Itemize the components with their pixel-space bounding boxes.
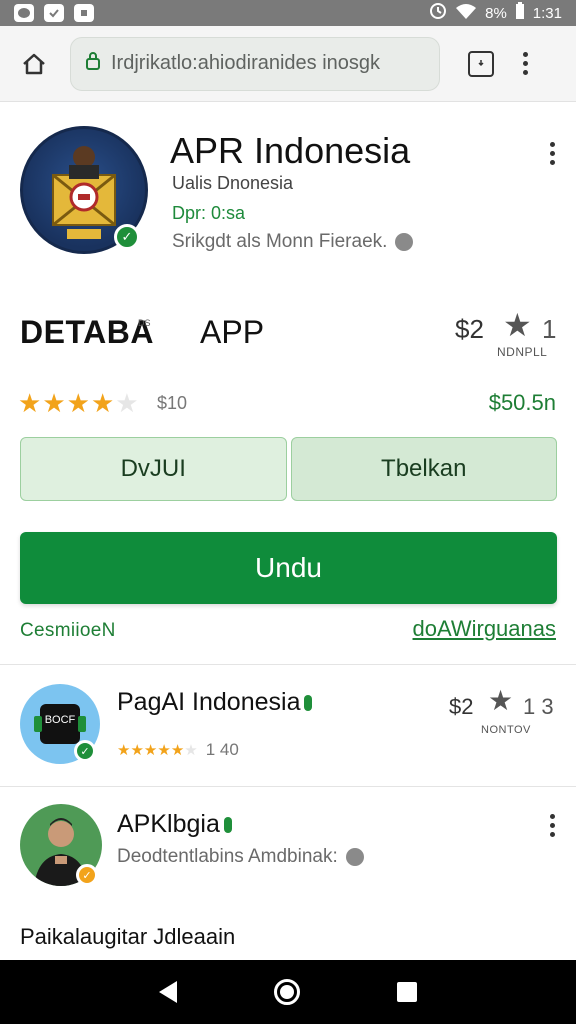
secondary-left-button[interactable]: DvJUI bbox=[20, 437, 287, 501]
details-rating-sub: NDNPLL bbox=[497, 345, 548, 359]
list-item-price: $2 bbox=[449, 694, 474, 719]
app-developer[interactable]: Ualis Dnonesia bbox=[172, 173, 293, 194]
badge-icon bbox=[223, 816, 232, 833]
app-description-text: Srikgdt als Monn Fieraek. bbox=[172, 231, 388, 252]
list-item-menu-button[interactable] bbox=[548, 814, 556, 837]
list-item-rating-value: 1 3 bbox=[523, 694, 554, 719]
star-icon: ★ bbox=[184, 742, 198, 759]
list-item-rating: ★★★★★★ 1 40 bbox=[117, 740, 239, 760]
details-rating-value: 1 bbox=[542, 314, 557, 344]
clock: 1:31 bbox=[532, 4, 562, 22]
globe-icon bbox=[345, 848, 364, 866]
star-icon: ★ bbox=[130, 742, 144, 759]
notification-icon bbox=[74, 4, 94, 22]
home-nav-icon[interactable] bbox=[273, 979, 300, 1005]
section-title: Paikalaugitar Jdleaain bbox=[20, 924, 236, 949]
divider bbox=[0, 664, 576, 665]
battery-icon bbox=[515, 2, 525, 24]
list-item-subtitle-text: Deodtentlabins Amdbinak: bbox=[117, 846, 338, 867]
star-icon: ★ bbox=[115, 388, 140, 418]
list-item-count: 1 40 bbox=[205, 740, 239, 759]
wifi-icon bbox=[455, 3, 477, 23]
star-icon: ★ bbox=[42, 388, 67, 418]
star-icon: ★ bbox=[170, 742, 185, 759]
divider bbox=[0, 786, 576, 787]
browser-menu-button[interactable] bbox=[520, 52, 530, 75]
details-app-label: APP bbox=[200, 314, 265, 350]
rating-stars: ★★★★★ bbox=[18, 388, 140, 419]
alarm-icon bbox=[429, 2, 447, 24]
list-item-meta: NONTOV bbox=[481, 724, 531, 736]
battery-text: 8% bbox=[485, 4, 507, 22]
star-icon: ★ bbox=[503, 307, 532, 343]
rating-count: $10 bbox=[157, 393, 188, 413]
details-label: DETABA bbox=[20, 314, 154, 350]
rating-price: $50.5n bbox=[488, 390, 556, 415]
app-title: APR Indonesia bbox=[170, 130, 411, 171]
list-item-title-text: APKlbgia bbox=[117, 810, 220, 838]
secondary-buttons: DvJUI Tbelkan bbox=[20, 437, 557, 501]
star-icon: ★ bbox=[66, 388, 91, 418]
app-header: ✓ APR Indonesia Ualis Dnonesia Dpr: 0:sa… bbox=[0, 110, 576, 280]
status-bar: 8% 1:31 bbox=[0, 0, 576, 26]
list-item-stars: ★★★★★★ bbox=[117, 741, 198, 759]
install-button[interactable]: Undu bbox=[20, 532, 557, 604]
star-icon: ★ bbox=[90, 388, 116, 418]
details-label-sup: DS bbox=[138, 318, 151, 328]
lock-icon bbox=[85, 51, 101, 77]
list-item-icon-text: BOCF bbox=[45, 714, 76, 726]
back-icon[interactable] bbox=[158, 981, 177, 1003]
list-item-subtitle: Deodtentlabins Amdbinak: bbox=[117, 846, 364, 868]
verified-icon: ✓ bbox=[114, 224, 140, 250]
list-item-title: PagAI Indonesia bbox=[117, 688, 313, 717]
url-bar[interactable]: Irdjrikatlo:ahiodiranides inosgk bbox=[70, 36, 440, 91]
home-icon[interactable] bbox=[12, 42, 56, 86]
chat-icon bbox=[14, 4, 34, 22]
app-description: Srikgdt als Monn Fieraek. bbox=[172, 231, 414, 253]
verified-icon: ✓ bbox=[74, 740, 96, 762]
tabs-icon[interactable] bbox=[468, 50, 494, 77]
star-icon: ★ bbox=[117, 742, 131, 759]
list-item-title-text: PagAI Indonesia bbox=[117, 688, 301, 716]
rating-row: ★★★★★ $10 $50.5n bbox=[0, 388, 576, 418]
link-right[interactable]: doAWirguanas bbox=[413, 616, 556, 642]
star-icon: ★ bbox=[157, 742, 171, 759]
star-icon: ★ bbox=[488, 685, 514, 716]
star-icon: ★ bbox=[18, 388, 43, 418]
app-version: Dpr: 0:sa bbox=[172, 203, 246, 223]
browser-toolbar: Irdjrikatlo:ahiodiranides inosgk bbox=[0, 26, 576, 102]
globe-icon bbox=[395, 233, 414, 251]
recent-apps-icon[interactable] bbox=[397, 982, 418, 1002]
app-menu-button[interactable] bbox=[548, 142, 556, 165]
check-icon bbox=[44, 4, 64, 22]
star-icon: ★ bbox=[143, 742, 158, 759]
link-left[interactable]: CesmiioeN bbox=[20, 620, 116, 642]
verified-icon: ✓ bbox=[76, 864, 98, 886]
badge-icon bbox=[304, 694, 313, 711]
details-price: $2 bbox=[455, 314, 484, 344]
navigation-bar bbox=[0, 960, 576, 1024]
secondary-right-button[interactable]: Tbelkan bbox=[290, 437, 557, 501]
list-item-title: APKlbgia bbox=[117, 810, 232, 839]
url-text: Irdjrikatlo:ahiodiranides inosgk bbox=[111, 52, 381, 74]
